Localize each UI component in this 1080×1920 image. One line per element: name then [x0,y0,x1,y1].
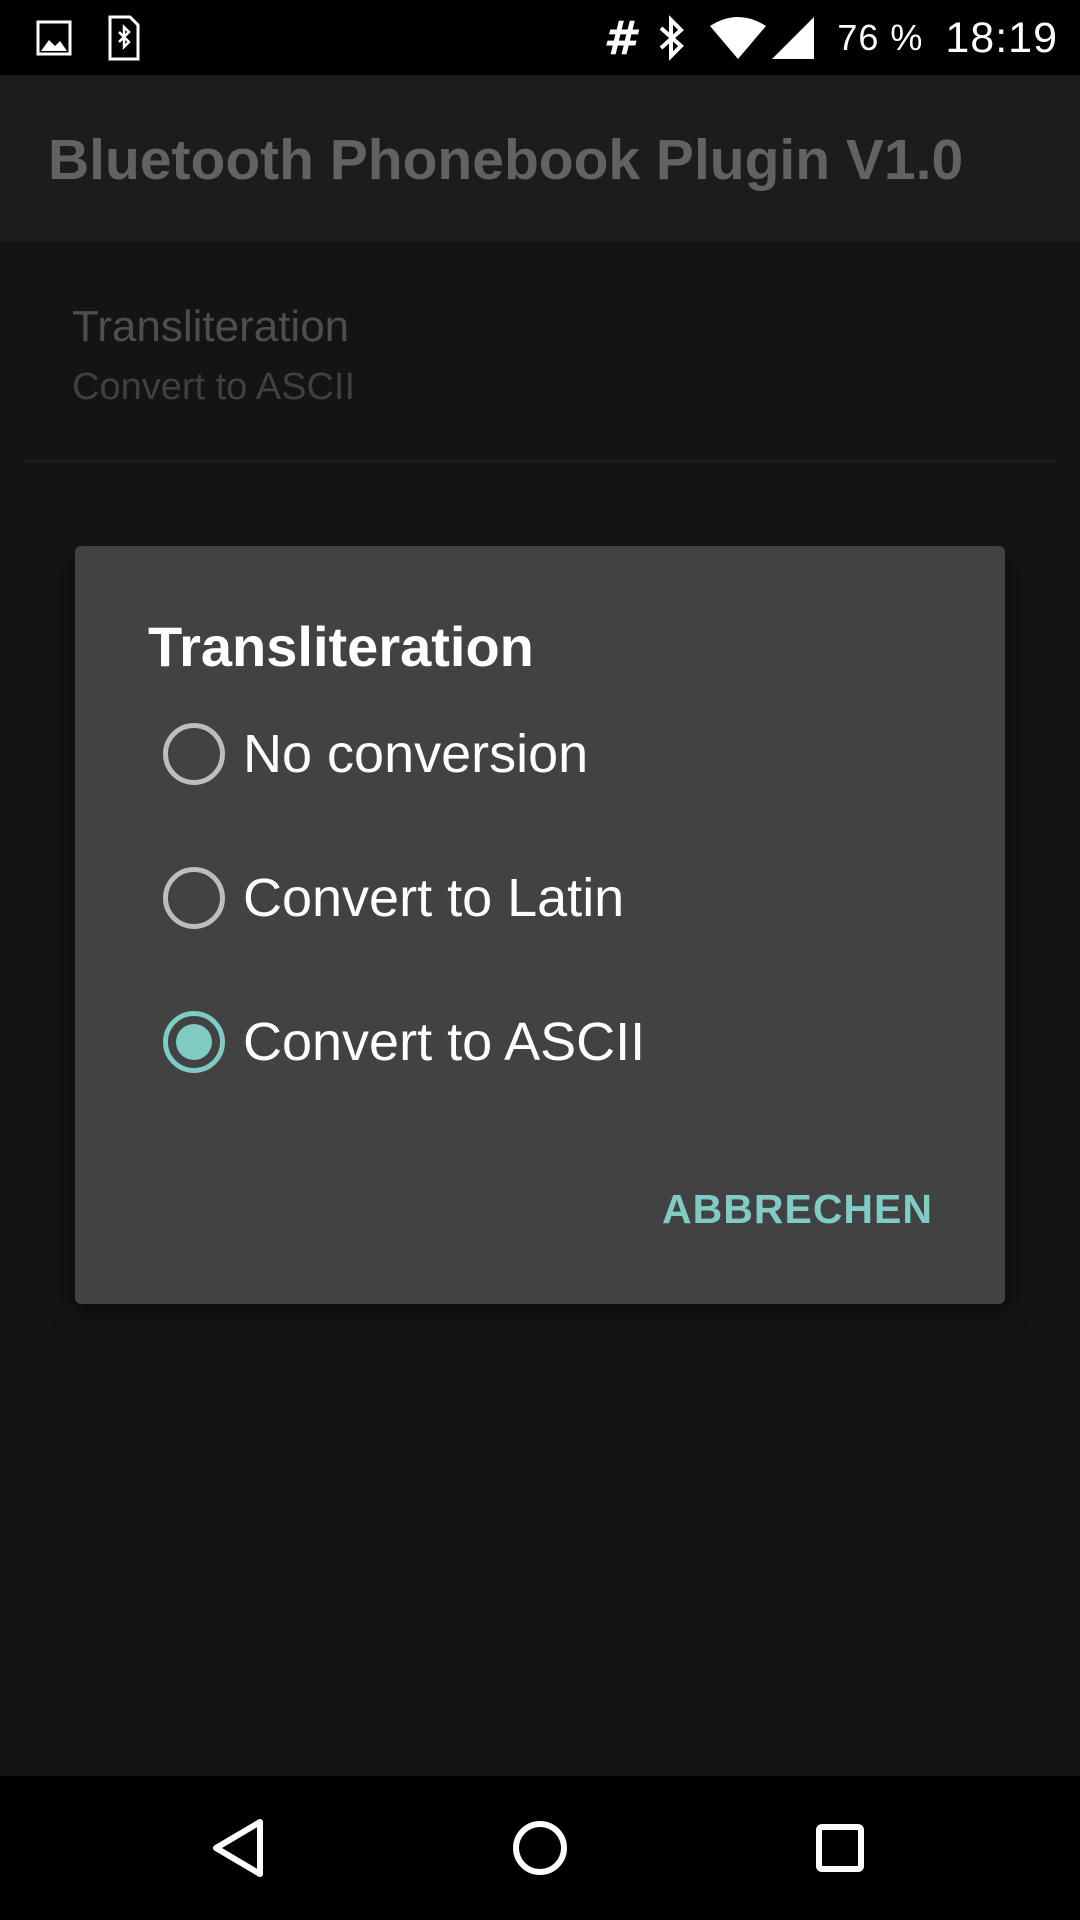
radio-button-unchecked[interactable] [163,867,225,929]
status-bar-left [36,15,140,60]
clock: 18:19 [945,13,1058,62]
list-divider [24,460,1056,462]
preference-title: Transliteration [72,302,350,351]
image-notification-icon [36,20,72,55]
cell-signal-icon [772,17,815,59]
option-label: Convert to ASCII [243,1012,646,1072]
back-icon[interactable] [200,1808,280,1888]
option-convert-to-ascii[interactable]: Convert to ASCII [163,987,963,1097]
navigation-bar [0,1776,1080,1920]
bluetooth-icon [659,15,685,61]
radio-button-unchecked[interactable] [163,723,225,785]
option-convert-to-latin[interactable]: Convert to Latin [163,843,963,953]
radio-button-checked[interactable] [163,1011,225,1073]
transliteration-dialog: Transliteration No conversion Convert to… [75,546,1005,1304]
dialog-title: Transliteration [148,615,534,678]
option-label: No conversion [243,724,589,784]
app-title: Bluetooth Phonebook Plugin V1.0 [48,128,964,192]
battery-level: 76 % [837,17,924,58]
status-bar-right: # 76 % 18:19 [603,10,1058,66]
hash-indicator: # [603,11,636,65]
app-bar: Bluetooth Phonebook Plugin V1.0 [0,75,1080,242]
wifi-icon [710,17,767,59]
home-icon[interactable] [500,1808,580,1888]
cancel-button[interactable]: ABBRECHEN [662,1186,933,1233]
preference-summary: Convert to ASCII [72,366,356,408]
status-bar: # 76 % 18:19 [0,0,1080,75]
preference-transliteration[interactable]: Transliteration Convert to ASCII [0,242,1080,462]
sim-bluetooth-icon [108,15,140,60]
option-no-conversion[interactable]: No conversion [163,699,963,809]
recent-apps-icon[interactable] [800,1808,880,1888]
option-label: Convert to Latin [243,868,625,928]
